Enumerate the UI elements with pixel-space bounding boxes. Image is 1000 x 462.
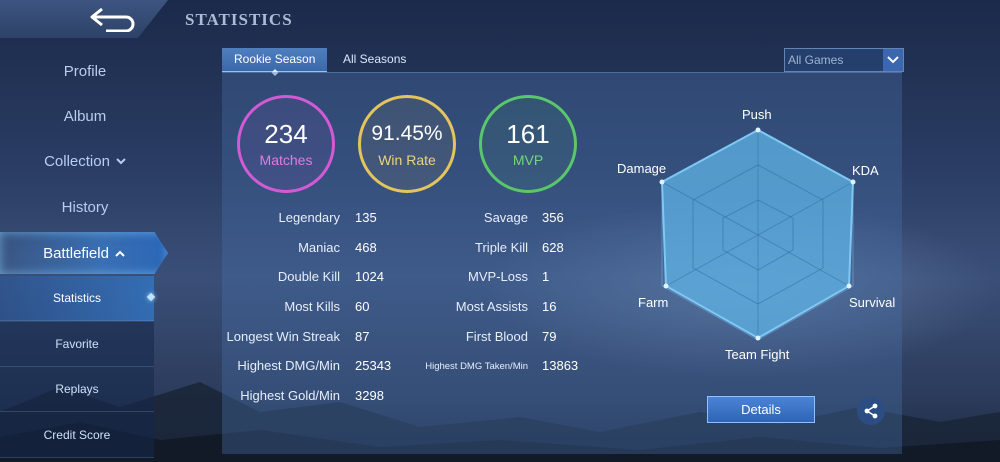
radar-label-team-fight: Team Fight: [725, 347, 790, 362]
share-button[interactable]: [857, 397, 885, 425]
radar-label-damage: Damage: [617, 161, 667, 176]
mvp-ring: 161 MVP: [479, 95, 577, 193]
sidebar-item-label: Battlefield: [43, 244, 109, 262]
stat-value-highest-gold-min: 3298: [355, 388, 384, 403]
sidebar-subitem-favorite[interactable]: Favorite: [0, 322, 154, 367]
top-bar: STATISTICS: [0, 0, 1000, 42]
radar-label-push: Push: [742, 107, 772, 122]
radar-label-survival: Survival: [849, 295, 896, 310]
details-button[interactable]: Details: [707, 396, 815, 423]
sidebar-item-profile[interactable]: Profile: [0, 51, 170, 91]
stat-label-longest-win-streak: Longest Win Streak: [226, 329, 340, 344]
stat-label-first-blood: First Blood: [465, 329, 528, 344]
stat-label-most-kills: Most Kills: [284, 299, 340, 314]
chevron-down-icon: [116, 154, 126, 168]
sidebar-subitem-label: Favorite: [55, 337, 99, 351]
details-button-label: Details: [741, 402, 781, 417]
stat-value-triple-kill: 628: [542, 240, 564, 255]
mvp-label: MVP: [512, 152, 544, 168]
radar-vertex: [846, 283, 852, 289]
back-button[interactable]: [0, 0, 168, 38]
sidebar-subitem-label: Credit Score: [43, 428, 111, 442]
stat-value-maniac: 468: [355, 240, 377, 255]
chevron-up-icon: [115, 246, 125, 260]
stat-label-most-assists: Most Assists: [455, 299, 528, 314]
sidebar-item-collection[interactable]: Collection: [0, 141, 170, 181]
stat-value-longest-win-streak: 87: [355, 329, 370, 344]
stat-value-legendary: 135: [355, 210, 377, 225]
radar-label-kda: KDA: [852, 163, 879, 178]
sidebar-item-label: Album: [63, 107, 107, 125]
game-mode-select[interactable]: All Games: [784, 48, 904, 72]
win-rate-value: 91.45%: [371, 122, 443, 145]
stat-label-highest-dmg-min: Highest DMG/Min: [237, 358, 340, 373]
stat-label-highest-gold-min: Highest Gold/Min: [240, 388, 340, 403]
game-mode-value: All Games: [788, 53, 844, 67]
radar-label-farm: Farm: [638, 295, 669, 310]
stat-label-maniac: Maniac: [298, 240, 340, 255]
sidebar-item-battlefield[interactable]: Battlefield: [0, 232, 168, 274]
stat-value-most-assists: 16: [542, 299, 557, 314]
page-title: STATISTICS: [185, 10, 293, 29]
sidebar-item-label: History: [61, 198, 109, 216]
stat-value-first-blood: 79: [542, 329, 557, 344]
sidebar-item-history[interactable]: History: [0, 187, 170, 227]
back-arrow-icon: [90, 7, 135, 32]
sidebar-subitem-statistics[interactable]: Statistics: [0, 276, 156, 321]
radar-chart: [659, 127, 856, 341]
sidebar-item-label: Profile: [63, 62, 107, 80]
stat-label-highest-dmg-taken-min: Highest DMG Taken/Min: [425, 361, 528, 372]
stat-label-triple-kill: Triple Kill: [475, 240, 528, 255]
tab-all-seasons[interactable]: All Seasons: [331, 48, 418, 72]
stat-value-mvp-loss: 1: [542, 269, 550, 284]
radar-vertex: [755, 335, 761, 341]
sidebar-item-label: Collection: [44, 152, 110, 170]
chevron-down-icon: [883, 49, 903, 71]
radar-vertex: [850, 179, 856, 185]
sidebar-item-album[interactable]: Album: [0, 96, 170, 136]
sidebar-subitem-label: Replays: [55, 382, 99, 396]
stat-value-highest-dmg-taken-min: 13863: [542, 358, 579, 373]
win-rate-ring: 91.45% Win Rate: [358, 95, 456, 193]
stat-label-savage: Savage: [483, 210, 528, 225]
sidebar-subitem-credit-score[interactable]: Credit Score: [0, 413, 154, 458]
radar-vertex: [755, 127, 761, 133]
stat-value-savage: 356: [542, 210, 564, 225]
matches-value: 234: [264, 119, 308, 149]
radar-vertex: [663, 283, 669, 289]
radar-vertex: [659, 179, 665, 185]
sidebar-subitem-replays[interactable]: Replays: [0, 367, 154, 412]
matches-ring: 234 Matches: [237, 95, 335, 193]
stat-label-double-kill: Double Kill: [277, 269, 340, 284]
active-indicator: [146, 292, 156, 302]
win-rate-label: Win Rate: [378, 152, 436, 168]
sidebar-subitem-label: Statistics: [52, 291, 101, 305]
matches-label: Matches: [259, 152, 313, 168]
share-icon: [864, 403, 878, 419]
stat-label-legendary: Legendary: [278, 210, 340, 225]
stat-label-mvp-loss: MVP-Loss: [468, 269, 528, 284]
mvp-value: 161: [506, 119, 550, 149]
tab-rookie-season[interactable]: Rookie Season: [222, 48, 328, 72]
sidebar: Profile Album Collection History Battlef…: [0, 48, 170, 462]
stat-value-most-kills: 60: [355, 299, 370, 314]
